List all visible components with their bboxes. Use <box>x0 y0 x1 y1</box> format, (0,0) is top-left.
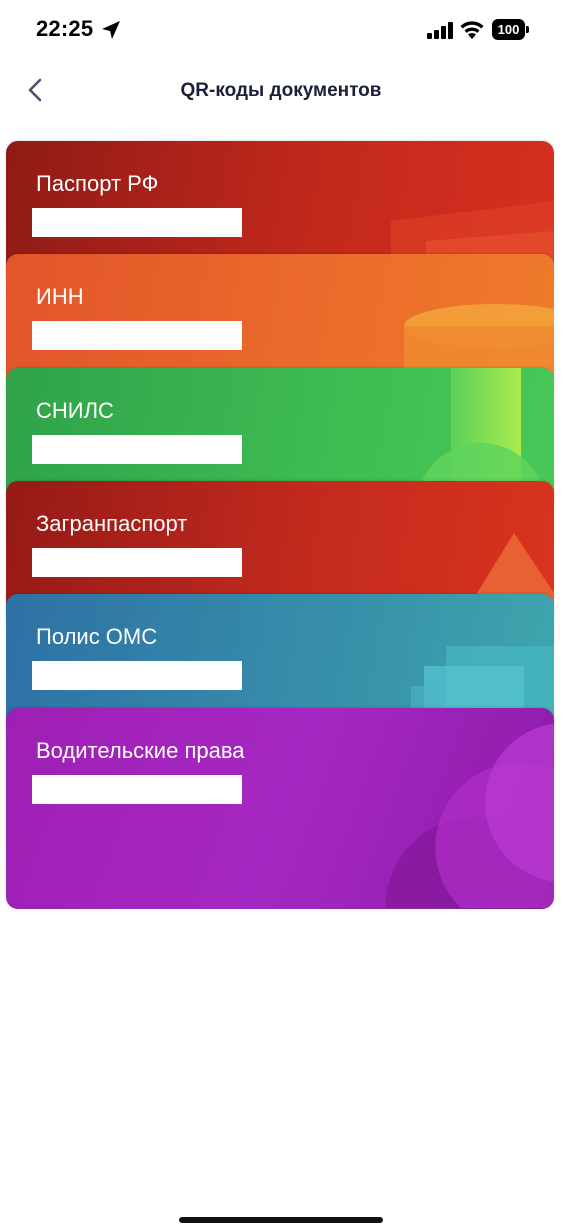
redacted-field <box>32 775 242 804</box>
battery-icon: 100 <box>492 19 529 40</box>
battery-level: 100 <box>492 19 525 40</box>
redacted-field <box>32 435 242 464</box>
page-title: QR-коды документов <box>180 80 382 101</box>
wifi-icon <box>460 21 484 39</box>
home-indicator <box>179 1217 383 1223</box>
redacted-field <box>32 548 242 577</box>
status-time: 22:25 <box>36 16 94 41</box>
location-arrow-icon <box>102 21 120 39</box>
card-title: Водительские права <box>36 738 245 763</box>
navigation-bar: QR-коды документов <box>0 62 562 120</box>
card-title: Паспорт РФ <box>36 171 159 196</box>
redacted-field <box>32 661 242 690</box>
card-title: СНИЛС <box>36 398 114 423</box>
document-cards-list: Паспорт РФ ИНН СНИЛС Загранпаспорт Полис… <box>6 141 554 909</box>
status-bar: 22:25 100 <box>0 0 562 62</box>
card-title: Полис ОМС <box>36 624 158 649</box>
signal-icon <box>427 22 453 39</box>
redacted-field <box>32 208 242 237</box>
document-card-drivers-license[interactable]: Водительские права <box>6 708 554 909</box>
card-title: ИНН <box>36 284 84 309</box>
card-title: Загранпаспорт <box>36 511 188 536</box>
redacted-field <box>32 321 242 350</box>
